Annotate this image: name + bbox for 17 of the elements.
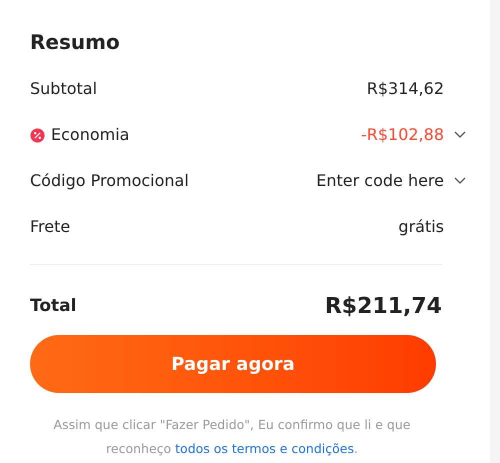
row-value: R$314,62 — [366, 78, 444, 100]
row-value: grátis — [398, 216, 444, 238]
total-label: Total — [30, 294, 76, 318]
discount-badge-icon — [30, 128, 45, 142]
row-label: Economia — [51, 124, 130, 146]
row-label: Subtotal — [30, 78, 98, 100]
chevron-down-icon[interactable] — [454, 177, 466, 185]
row-label: Código Promocional — [30, 170, 189, 192]
terms-note: Assim que clicar "Fazer Pedido", Eu confirmo que li e que reconheço todos os termos e condições. — [52, 416, 412, 458]
chevron-down-icon[interactable] — [454, 131, 466, 139]
total-amount: R$211,74 — [324, 293, 442, 321]
pay-now-button[interactable]: Pagar agora — [30, 335, 436, 393]
terms-link[interactable]: todos os termos e condições — [175, 441, 354, 456]
row-value: -R$102,88 — [360, 124, 444, 146]
row-label: Frete — [30, 216, 70, 238]
promo-code-link[interactable]: Enter code here — [316, 169, 444, 193]
summary-title: Resumo — [30, 29, 121, 56]
